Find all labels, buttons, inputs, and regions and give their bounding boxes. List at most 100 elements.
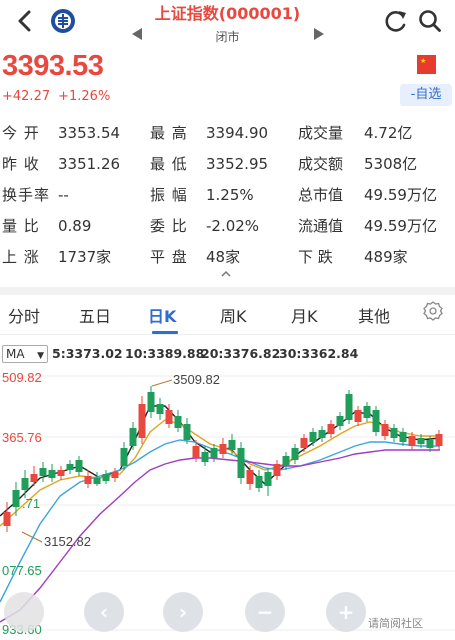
candle-body (408, 436, 416, 446)
collapse-icon[interactable] (220, 270, 232, 278)
stat-amplitude: 振 幅 1.25% (150, 186, 254, 204)
candle-body (273, 464, 281, 476)
change-percent: +1.26% (58, 89, 111, 104)
candle-body (228, 440, 236, 450)
candle-body (237, 448, 245, 478)
stat-turnover: 成交额 5308亿 (298, 155, 418, 173)
ma-legend: MA ▼ 5:3373.02 10:3389.88 20:3376.82 30:3… (0, 344, 455, 364)
candle-body (300, 438, 308, 448)
candle-body (183, 424, 191, 440)
candle-body (354, 410, 362, 422)
candle-body (84, 476, 92, 484)
indicator-select[interactable]: MA ▼ (2, 345, 48, 363)
price-change: +42.27 +1.26% (2, 89, 118, 104)
prev-button[interactable]: ‹ (84, 592, 124, 632)
period-tabs: 分时 五日 日K 周K 月K 其他 (0, 295, 455, 335)
candle-body (3, 512, 11, 526)
candle-body (381, 424, 389, 436)
candle-body (93, 478, 101, 484)
candle-body (246, 470, 254, 484)
stat-order-ratio: 委 比 -2.02% (150, 217, 260, 235)
candle-body (129, 428, 137, 446)
exchange-logo-icon (51, 9, 75, 33)
candle-body (255, 476, 263, 488)
back-arrow-icon[interactable] (12, 6, 38, 36)
refresh-icon[interactable] (384, 8, 408, 34)
candle-body (192, 446, 200, 458)
candle-body (156, 404, 164, 414)
candle-body (111, 472, 119, 478)
header: 上证指数(000001) 闭市 (0, 0, 455, 52)
tab-intraday[interactable]: 分时 (8, 303, 40, 327)
tab-daily-k[interactable]: 日K (148, 303, 176, 327)
candle-body (318, 430, 326, 438)
stat-open: 今 开 3353.54 (2, 124, 121, 142)
stat-volume-ratio: 量 比 0.89 (2, 217, 92, 235)
candle-body (201, 452, 209, 462)
ma-line-3 (0, 439, 440, 603)
stat-prev-close: 昨 收 3351.26 (2, 155, 121, 173)
candle-body (48, 470, 56, 478)
candle-body (21, 478, 29, 490)
ma20-value: 20:3376.82 (201, 346, 281, 361)
candle-body (138, 404, 146, 438)
prev-stock-icon[interactable] (132, 28, 142, 40)
page-title: 上证指数(000001) (154, 4, 301, 23)
watchlist-button[interactable]: -自选 (400, 84, 452, 106)
candle-body (57, 470, 65, 476)
candle-body (426, 440, 434, 448)
high-marker-label: 3509.82 (173, 372, 220, 387)
section-divider (0, 287, 455, 295)
candle-body (264, 472, 272, 486)
candle-body (417, 438, 425, 444)
candle-body (147, 392, 155, 412)
candle-body (12, 490, 20, 507)
tab-other[interactable]: 其他 (358, 303, 390, 327)
candle-body (39, 468, 47, 476)
candle-body (102, 474, 110, 481)
candle-body (165, 410, 173, 424)
candle-body (291, 448, 299, 460)
low-marker-label: 3152.82 (44, 534, 91, 549)
active-tab-indicator (152, 331, 178, 334)
kline-chart[interactable]: 509.82 365.76 .71 077.65 933.60 3509.82 … (0, 366, 455, 640)
tab-weekly-k[interactable]: 周K (220, 303, 247, 327)
candle-body (210, 448, 218, 458)
current-price: 3393.53 (2, 50, 104, 82)
zoom-out-button[interactable]: − (245, 592, 285, 632)
stat-declines: 下 跌 489家 (298, 248, 408, 266)
ma10-value: 10:3389.88 (125, 346, 205, 361)
next-button[interactable]: › (163, 592, 203, 632)
candle-body (390, 428, 398, 438)
candle-body (309, 432, 317, 442)
tab-monthly-k[interactable]: 月K (291, 303, 318, 327)
stat-market-cap: 总市值 49.59万亿 (298, 186, 437, 204)
ma5-value: 5:3373.02 (52, 346, 123, 361)
zoom-button-left-edge[interactable] (4, 592, 44, 632)
market-status: 闭市 (215, 30, 240, 44)
stat-unchanged: 平 盘 48家 (150, 248, 241, 266)
candle-body (363, 406, 371, 418)
next-stock-icon[interactable] (314, 28, 324, 40)
candle-body (282, 456, 290, 466)
gear-icon[interactable] (423, 301, 443, 321)
stat-turnover-rate: 换手率 -- (2, 186, 69, 204)
search-icon[interactable] (418, 8, 442, 34)
candle-body (120, 448, 128, 466)
y-axis-low-label: .71 (22, 496, 40, 511)
stat-low: 最 低 3352.95 (150, 155, 269, 173)
watermark: 请简阅社区 (368, 617, 423, 630)
candle-body (75, 460, 83, 472)
candle-body (372, 410, 380, 432)
stat-volume: 成交量 4.72亿 (298, 124, 413, 142)
high-marker-line (151, 379, 173, 387)
china-flag-icon: ★ (417, 55, 436, 74)
candle-body (345, 394, 353, 420)
ma30-value: 30:3362.84 (279, 346, 359, 361)
change-value: +42.27 (2, 89, 51, 104)
candle-body (336, 416, 344, 426)
ma-line-2 (0, 419, 440, 527)
zoom-in-button[interactable]: + (326, 592, 366, 632)
candle-body (435, 434, 443, 446)
tab-five-day[interactable]: 五日 (79, 303, 111, 327)
